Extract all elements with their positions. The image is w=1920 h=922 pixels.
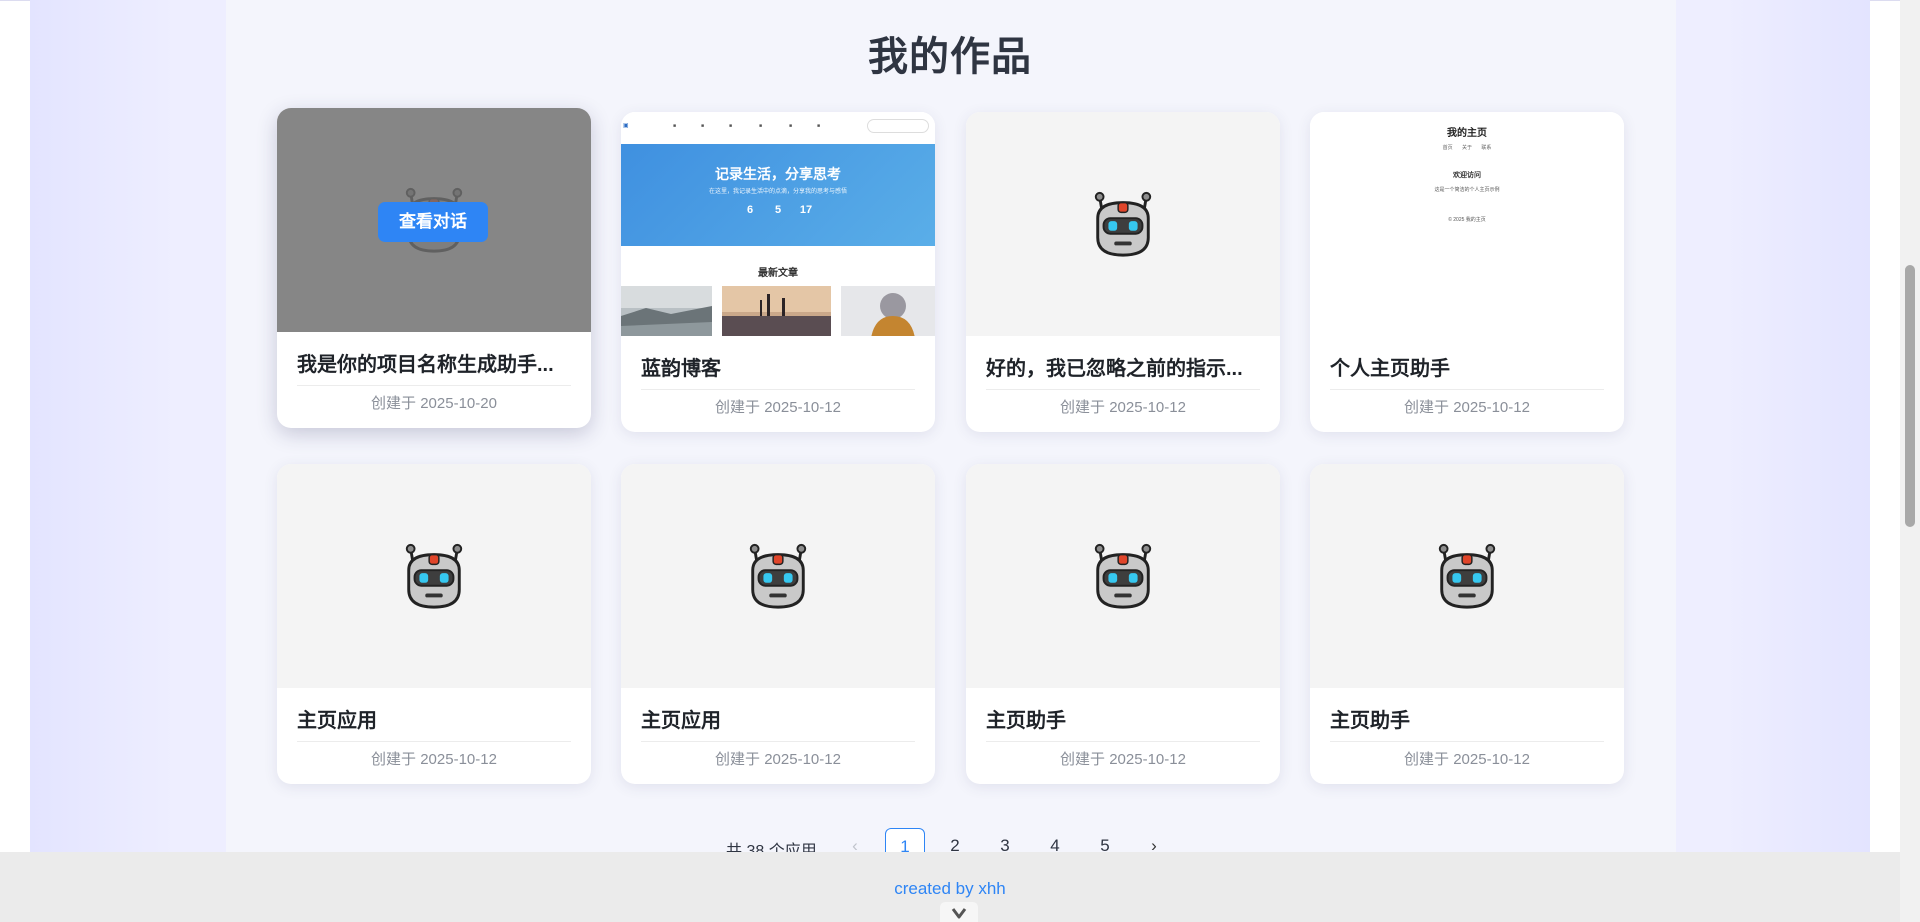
footer-toggle-button[interactable] xyxy=(940,902,978,922)
homepage-preview-thumbnail: 我的主页 首页 关于 联系 欢迎访问 这是一个简洁的个人主页示例 © 2025 … xyxy=(1310,112,1624,336)
card-title: 我是你的项目名称生成助手... xyxy=(297,348,571,386)
card-date: 创建于 2025-10-12 xyxy=(371,751,497,768)
preview-stat: 6 xyxy=(746,204,754,216)
app-card[interactable]: 主页应用 创建于 2025-10-12 xyxy=(621,464,935,784)
card-title: 主页应用 xyxy=(641,704,915,742)
robot-icon xyxy=(743,540,813,612)
preview-footer: © 2025 我的主页 xyxy=(1448,217,1486,223)
app-card[interactable]: 主页应用 创建于 2025-10-12 xyxy=(277,464,591,784)
preview-photo-person xyxy=(841,286,935,336)
preview-navbar: ▣ ■ ■ ■ ■ ■ ■ xyxy=(621,112,935,144)
card-date: 创建于 2025-10-20 xyxy=(371,395,497,412)
scrollbar[interactable] xyxy=(1900,0,1920,922)
robot-icon xyxy=(1432,540,1502,612)
preview-hero: 记录生活，分享思考 在这里，我记录生活中的点滴，分享我的思考与感悟 6 5 17 xyxy=(621,144,935,246)
card-thumbnail xyxy=(1310,464,1624,688)
card-thumbnail: 查看对话 xyxy=(277,108,591,332)
preview-stat: 17 xyxy=(799,204,813,216)
card-date: 创建于 2025-10-12 xyxy=(1404,399,1530,416)
card-title: 蓝韵博客 xyxy=(641,352,915,390)
card-date: 创建于 2025-10-12 xyxy=(715,399,841,416)
preview-search xyxy=(867,119,929,133)
preview-hero-title: 记录生活，分享思考 xyxy=(715,166,841,182)
robot-icon xyxy=(1088,540,1158,612)
preview-welcome: 欢迎访问 xyxy=(1453,172,1481,179)
card-thumbnail xyxy=(277,464,591,688)
card-date: 创建于 2025-10-12 xyxy=(1060,751,1186,768)
app-card[interactable]: 主页助手 创建于 2025-10-12 xyxy=(966,464,1280,784)
preview-nav: 首页 关于 联系 xyxy=(1442,145,1492,151)
card-date: 创建于 2025-10-12 xyxy=(715,751,841,768)
scrollbar-thumb[interactable] xyxy=(1905,265,1915,527)
app-card[interactable]: 主页助手 创建于 2025-10-12 xyxy=(1310,464,1624,784)
preview-intro: 这是一个简洁的个人主页示例 xyxy=(1434,187,1500,193)
preview-hero-subtitle: 在这里，我记录生活中的点滴，分享我的思考与感悟 xyxy=(708,189,847,195)
preview-page-title: 我的主页 xyxy=(1447,128,1487,139)
card-title: 主页助手 xyxy=(986,704,1260,742)
app-card[interactable]: 好的，我已忽略之前的指示... 创建于 2025-10-12 xyxy=(966,112,1280,432)
card-thumbnail xyxy=(621,464,935,688)
preview-photo-lake xyxy=(621,286,712,336)
preview-nav-item: ■ xyxy=(817,123,821,129)
footer-credit[interactable]: created by xhh xyxy=(0,879,1900,899)
preview-nav-item: ■ xyxy=(673,123,677,129)
footer: created by xhh xyxy=(0,852,1900,922)
app-card[interactable]: ▣ ■ ■ ■ ■ ■ ■ 记录生活，分享思考 在这里，我记录生活中的点滴，分享… xyxy=(621,112,935,432)
preview-nav-item: ■ xyxy=(789,123,793,129)
section-title: 我的作品 xyxy=(868,35,1032,79)
card-title: 主页应用 xyxy=(297,704,571,742)
card-date: 创建于 2025-10-12 xyxy=(1060,399,1186,416)
card-date: 创建于 2025-10-12 xyxy=(1404,751,1530,768)
preview-stat: 5 xyxy=(774,204,782,216)
card-title: 好的，我已忽略之前的指示... xyxy=(986,352,1260,390)
preview-photo-sunset xyxy=(722,286,831,336)
preview-nav-item: ■ xyxy=(701,123,705,129)
robot-icon xyxy=(1088,188,1158,260)
robot-icon xyxy=(399,540,469,612)
preview-logo: ▣ xyxy=(623,123,629,129)
preview-latest-heading: 最新文章 xyxy=(758,268,798,279)
card-thumbnail xyxy=(966,112,1280,336)
app-card[interactable]: 我的主页 首页 关于 联系 欢迎访问 这是一个简洁的个人主页示例 © 2025 … xyxy=(1310,112,1624,432)
blog-preview-thumbnail: ▣ ■ ■ ■ ■ ■ ■ 记录生活，分享思考 在这里，我记录生活中的点滴，分享… xyxy=(621,112,935,336)
card-title: 个人主页助手 xyxy=(1330,352,1604,390)
preview-nav-item: ■ xyxy=(729,123,733,129)
chevron-down-icon xyxy=(951,908,967,919)
card-thumbnail xyxy=(966,464,1280,688)
preview-nav-item: ■ xyxy=(759,123,763,129)
app-card[interactable]: 查看对话 我是你的项目名称生成助手... 创建于 2025-10-20 xyxy=(277,108,591,428)
view-conversation-button[interactable]: 查看对话 xyxy=(378,202,488,242)
card-title: 主页助手 xyxy=(1330,704,1604,742)
